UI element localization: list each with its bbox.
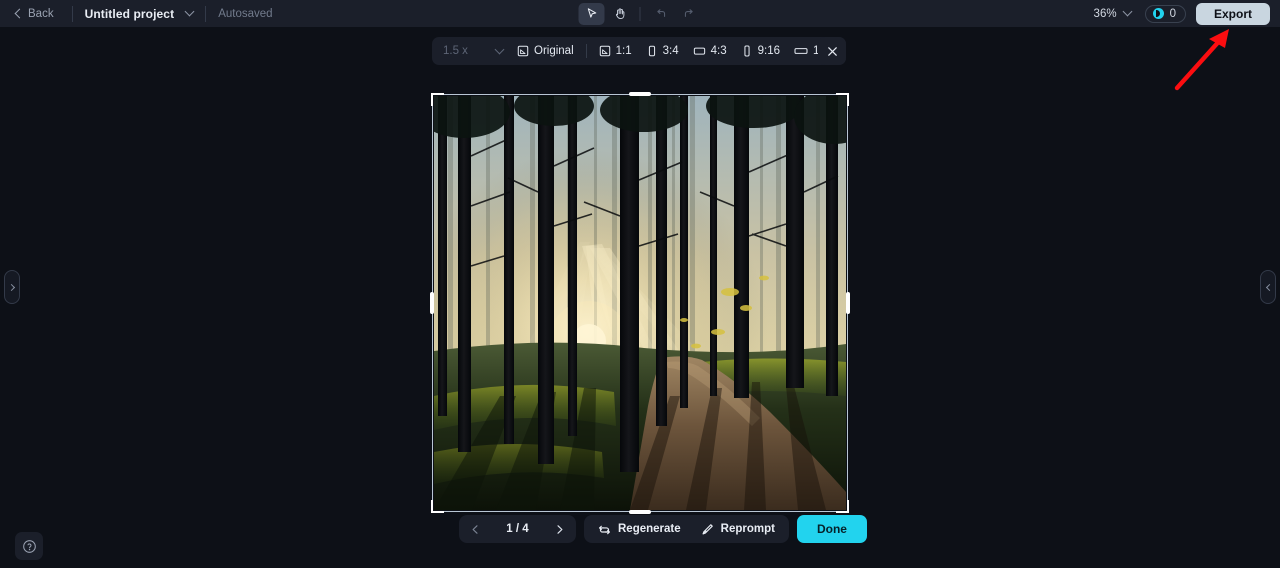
- resize-handle-bottom[interactable]: [629, 510, 651, 514]
- undo-button[interactable]: [648, 3, 674, 25]
- back-button[interactable]: Back: [10, 5, 60, 23]
- coin-icon: [1152, 8, 1164, 19]
- project-menu-button[interactable]: [184, 6, 195, 17]
- ratio-option-3-4[interactable]: 3:4: [639, 40, 686, 62]
- next-variant-button[interactable]: [550, 519, 570, 539]
- close-toolbar-button[interactable]: [818, 37, 846, 65]
- pencil-icon: [701, 523, 714, 536]
- chevron-down-icon: [1122, 6, 1133, 17]
- resize-handle-top-right[interactable]: [836, 93, 849, 106]
- resize-handle-top-left[interactable]: [431, 93, 444, 106]
- chevron-down-icon: [494, 44, 505, 54]
- ratio-label: Original: [534, 45, 574, 57]
- prev-variant-button[interactable]: [465, 519, 485, 539]
- frame-square-icon: [599, 45, 611, 57]
- close-x-icon: [827, 46, 837, 56]
- aspect-ratio-toolbar: 1.5 x Original 1:1 3:4 4:3 9:16: [432, 37, 847, 65]
- divider: [585, 44, 587, 58]
- chevron-right-icon: [7, 283, 15, 291]
- regenerate-button[interactable]: Regenerate: [588, 518, 691, 540]
- resize-handle-top[interactable]: [629, 92, 651, 96]
- ratio-label: 4:3: [710, 45, 727, 57]
- project-title: Untitled project: [84, 6, 175, 21]
- autosaved-status: Autosaved: [218, 7, 273, 20]
- resize-handle-left[interactable]: [430, 292, 434, 314]
- redo-button[interactable]: [676, 3, 702, 25]
- ratio-option-9-16[interactable]: 9:16: [734, 40, 787, 62]
- ratio-option-4-3[interactable]: 4:3: [686, 40, 734, 62]
- resize-handle-right[interactable]: [846, 292, 850, 314]
- reprompt-button[interactable]: Reprompt: [691, 518, 785, 540]
- resize-handle-bottom-right[interactable]: [836, 500, 849, 513]
- top-bar-right: 36% 0 Export: [1090, 0, 1270, 27]
- frame-wide-icon: [794, 45, 808, 57]
- ratio-option-original[interactable]: Original: [510, 40, 581, 62]
- ratio-label: 3:4: [662, 45, 679, 57]
- selection-frame: [432, 94, 848, 512]
- page-counter: 1 / 4: [506, 523, 529, 535]
- refresh-icon: [598, 523, 611, 536]
- frame-original-icon: [517, 45, 529, 57]
- select-tool[interactable]: [578, 2, 605, 25]
- divider: [71, 5, 73, 22]
- left-panel-toggle[interactable]: [4, 270, 20, 304]
- tool-group: [578, 0, 702, 27]
- divider: [205, 5, 207, 22]
- export-button[interactable]: Export: [1195, 2, 1270, 25]
- credits-count: 0: [1169, 7, 1176, 20]
- annotation-arrow: [1165, 20, 1245, 95]
- scale-select[interactable]: 1.5 x: [436, 40, 510, 62]
- frame-tall-icon: [741, 45, 753, 57]
- action-group: Regenerate Reprompt: [584, 515, 789, 543]
- zoom-level-control[interactable]: 36%: [1090, 5, 1135, 23]
- variant-pager: 1 / 4: [459, 515, 576, 543]
- credits-badge[interactable]: 0: [1144, 4, 1186, 23]
- chevron-right-icon: [557, 524, 563, 534]
- resize-handle-bottom-left[interactable]: [431, 500, 444, 513]
- divider: [639, 6, 641, 21]
- chevron-down-icon: [184, 6, 195, 17]
- ratio-label: 1:1: [615, 45, 632, 57]
- pan-tool[interactable]: [607, 3, 633, 25]
- bottom-action-bar: 1 / 4 Regenerate Reprompt Done: [459, 515, 867, 543]
- ratio-label: 9:16: [757, 45, 781, 57]
- top-bar: Back Untitled project Autosaved 36% 0 Ex…: [0, 0, 1280, 28]
- image-canvas[interactable]: [430, 92, 850, 514]
- right-panel-toggle[interactable]: [1260, 270, 1276, 304]
- chevron-left-icon: [14, 8, 25, 19]
- frame-landscape-icon: [693, 45, 706, 57]
- back-label: Back: [28, 7, 54, 20]
- scale-value: 1.5 x: [443, 45, 468, 57]
- chevron-left-icon: [1265, 283, 1273, 291]
- done-button[interactable]: Done: [796, 515, 867, 543]
- question-mark-icon: [22, 539, 36, 553]
- zoom-level-value: 36%: [1093, 7, 1117, 20]
- help-button[interactable]: [15, 532, 43, 560]
- regenerate-label: Regenerate: [618, 523, 681, 535]
- reprompt-label: Reprompt: [720, 523, 775, 535]
- image-editor-app: Back Untitled project Autosaved 36% 0 Ex…: [0, 0, 1280, 568]
- frame-portrait-icon: [646, 45, 658, 57]
- top-bar-left: Back Untitled project Autosaved: [0, 0, 273, 27]
- ratio-option-1-1[interactable]: 1:1: [592, 40, 639, 62]
- chevron-left-icon: [472, 524, 478, 534]
